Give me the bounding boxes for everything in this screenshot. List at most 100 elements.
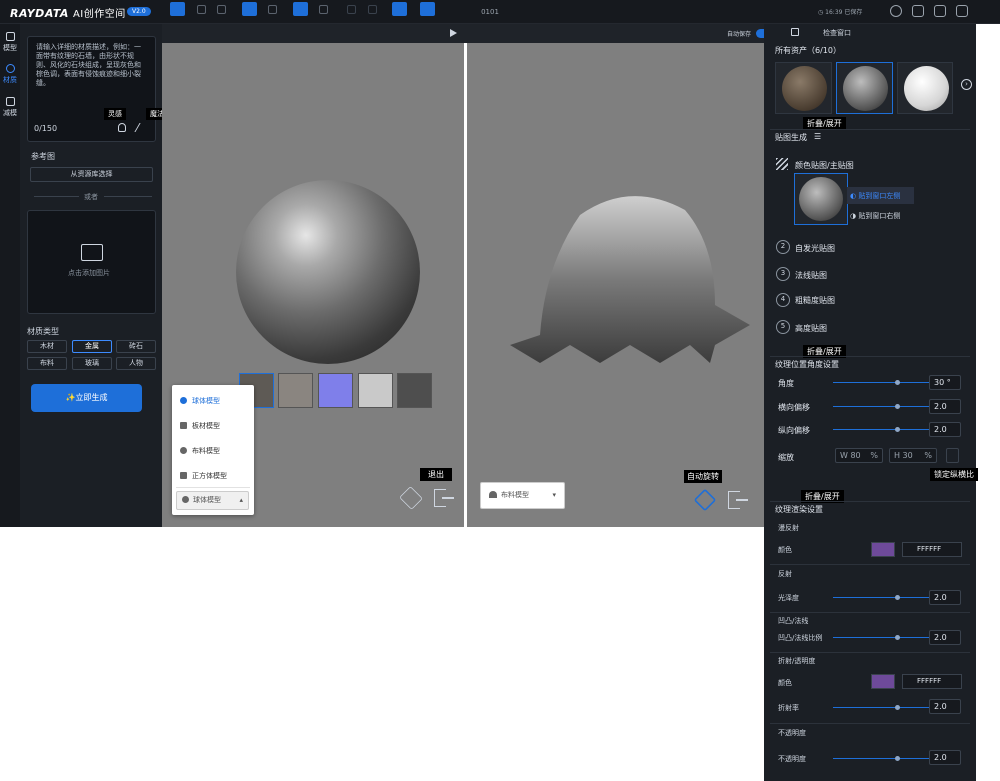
cloth-preview[interactable]	[510, 185, 750, 363]
grid-button[interactable]	[242, 2, 257, 16]
viewport-toolbar	[162, 24, 764, 43]
angle-slider[interactable]	[833, 380, 929, 385]
angle-input[interactable]: 30 °	[929, 375, 961, 390]
divider	[770, 356, 970, 357]
assets-title: 所有资产（6/10）	[775, 46, 841, 55]
add-image-label: 点击添加图片	[68, 269, 110, 277]
inspect-window-button[interactable]: 检查窗口	[823, 28, 851, 38]
chevron-up-icon: ▴	[239, 496, 243, 504]
option-cloth[interactable]: 布料模型	[180, 446, 220, 456]
divider	[176, 487, 250, 488]
option-board[interactable]: 板材模型	[180, 421, 220, 431]
generate-button[interactable]: ✨立即生成	[31, 384, 142, 412]
refresh-icon[interactable]	[890, 5, 902, 17]
snap-button[interactable]	[268, 5, 277, 14]
render-settings-title: 纹理渲染设置	[775, 505, 823, 514]
v-offset-slider[interactable]	[833, 427, 929, 432]
ior-label: 折射率	[778, 704, 799, 712]
save-status: ◷ 16:39 已保存	[818, 9, 863, 16]
asset-thumb-marble[interactable]	[897, 62, 953, 114]
h-offset-input[interactable]: 2.0	[929, 399, 961, 414]
paste-left-option[interactable]: ◐ 贴到窗口左侧	[850, 191, 900, 201]
refraction-hex-input[interactable]: FFFFFF	[902, 674, 962, 689]
emissive-map-label[interactable]: 自发光贴图	[795, 243, 835, 254]
roughness-map-label[interactable]: 粗糙度贴图	[795, 295, 835, 306]
rotate-tool-button[interactable]	[197, 5, 206, 14]
nav-reduce[interactable]: 减模	[0, 97, 20, 118]
swatch-2[interactable]	[278, 373, 313, 408]
refraction-color-swatch[interactable]	[871, 674, 895, 689]
board-icon	[180, 422, 187, 429]
diffuse-color-swatch[interactable]	[871, 542, 895, 557]
chip-metal[interactable]: 金属	[72, 340, 112, 353]
divider	[770, 129, 970, 130]
crop-button[interactable]	[293, 2, 308, 16]
v-offset-input[interactable]: 2.0	[929, 422, 961, 437]
scale-w-input[interactable]: W 80%	[835, 448, 883, 463]
image-upload-area[interactable]	[27, 210, 156, 314]
bump-slider[interactable]	[833, 635, 929, 640]
swatch-3[interactable]	[318, 373, 353, 408]
export-icon[interactable]	[912, 5, 924, 17]
nav-model[interactable]: 模型	[0, 32, 20, 53]
redo-button[interactable]	[368, 5, 377, 14]
save-icon[interactable]	[934, 5, 946, 17]
exit-tooltip: 退出	[420, 468, 452, 481]
move-tool-button[interactable]	[170, 2, 185, 16]
monitor-icon[interactable]	[791, 28, 799, 36]
height-map-label[interactable]: 高度贴图	[795, 323, 827, 334]
image-icon	[81, 244, 103, 261]
h-offset-label: 横向偏移	[778, 403, 810, 412]
divider	[34, 196, 79, 197]
lock-ratio-tooltip: 锁定纵横比	[930, 468, 978, 481]
refraction-color-label: 颜色	[778, 679, 792, 687]
lock-ratio-icon[interactable]	[946, 448, 959, 463]
color-map-thumb[interactable]	[794, 173, 848, 225]
chip-brick[interactable]: 砖石	[116, 340, 156, 353]
left-model-select[interactable]: 球体模型 ▴	[176, 491, 249, 510]
gloss-input[interactable]: 2.0	[929, 590, 961, 605]
camera-button[interactable]	[420, 2, 435, 16]
scale-tool-button[interactable]	[217, 5, 226, 14]
layout-button[interactable]	[319, 5, 328, 14]
chip-fabric[interactable]: 布料	[27, 357, 67, 370]
gloss-slider[interactable]	[833, 595, 929, 600]
swatch-5[interactable]	[397, 373, 432, 408]
chip-wood[interactable]: 木材	[27, 340, 67, 353]
bump-input[interactable]: 2.0	[929, 630, 961, 645]
opacity-input[interactable]: 2.0	[929, 750, 961, 765]
inspire-tooltip: 灵感	[104, 108, 126, 120]
share-icon[interactable]	[956, 5, 968, 17]
ior-input[interactable]: 2.0	[929, 699, 961, 714]
right-model-select[interactable]: 布料模型 ▾	[480, 482, 565, 509]
refraction-label: 折射/透明度	[778, 657, 816, 665]
chip-glass[interactable]: 玻璃	[72, 357, 112, 370]
next-arrow-icon[interactable]: ›	[961, 79, 972, 90]
lightbulb-icon[interactable]	[118, 123, 126, 132]
opacity-slider[interactable]	[833, 756, 929, 761]
h-offset-slider[interactable]	[833, 404, 929, 409]
option-sphere[interactable]: 球体模型	[180, 396, 220, 406]
swatch-4[interactable]	[358, 373, 393, 408]
play-icon[interactable]	[450, 29, 457, 37]
scale-h-input[interactable]: H 30%	[889, 448, 937, 463]
nav-material[interactable]: 材质	[0, 64, 20, 85]
pick-from-library-button[interactable]: 从资源库选择	[30, 167, 153, 182]
frame-button[interactable]	[392, 2, 407, 16]
undo-button[interactable]	[347, 5, 356, 14]
asset-thumb-metal[interactable]	[836, 62, 893, 114]
map-number-5: 5	[776, 320, 790, 334]
divider	[770, 723, 970, 724]
auto-rotate-tooltip: 自动旋转	[684, 470, 722, 483]
list-icon[interactable]: ☰	[814, 132, 821, 141]
bump-ratio-label: 凹凸/法线比例	[778, 634, 823, 642]
divider	[770, 564, 970, 565]
sphere-preview[interactable]	[236, 180, 420, 364]
option-cube[interactable]: 正方体模型	[180, 471, 227, 481]
asset-thumb-wood[interactable]	[775, 62, 832, 114]
normal-map-label[interactable]: 法线贴图	[795, 270, 827, 281]
chip-person[interactable]: 人物	[116, 357, 156, 370]
ior-slider[interactable]	[833, 705, 929, 710]
diffuse-hex-input[interactable]: FFFFFF	[902, 542, 962, 557]
paste-right-option[interactable]: ◑ 贴到窗口右侧	[850, 211, 900, 221]
